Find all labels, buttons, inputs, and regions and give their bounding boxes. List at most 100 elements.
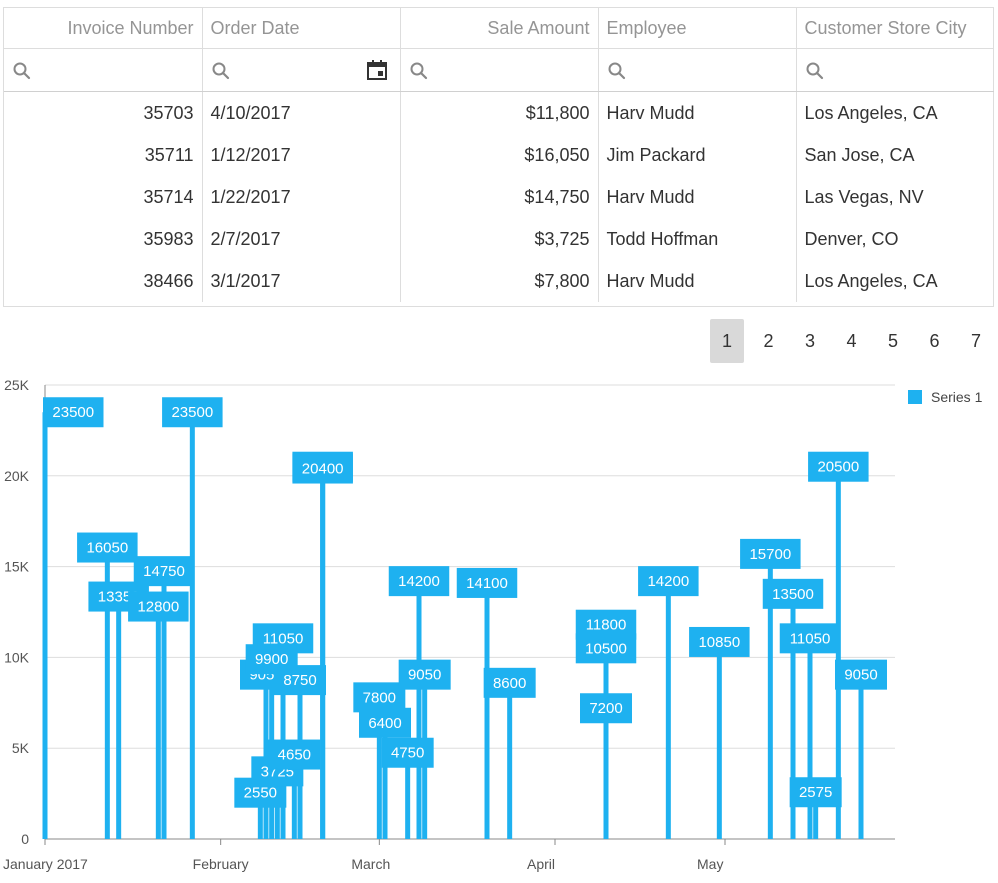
cell-invoice-number: 35703 <box>4 91 203 134</box>
search-icon <box>13 62 31 79</box>
table-row[interactable]: 35983 2/7/2017 $3,725 Todd Hoffman Denve… <box>4 218 993 260</box>
search-icon <box>212 62 229 79</box>
x-tick-label: May <box>697 856 723 872</box>
chart-bar <box>189 412 195 839</box>
x-tick-label: April <box>527 856 555 872</box>
calendar-icon[interactable] <box>366 59 388 81</box>
y-tick-label: 20K <box>4 468 30 484</box>
cell-customer-store-city: Los Angeles, CA <box>804 102 938 123</box>
cell-order-date: 4/10/2017 <box>202 91 401 134</box>
cell-invoice-number: 35983 <box>4 218 203 260</box>
filter-order-date[interactable] <box>202 48 401 92</box>
data-label: 10850 <box>698 634 740 651</box>
y-tick-label: 10K <box>4 649 30 665</box>
search-icon <box>410 62 427 79</box>
cell-employee: Harv Mudd <box>598 91 797 134</box>
grid-table: Invoice Number Order Date Sale Amount Em… <box>4 8 994 302</box>
table-row[interactable]: 35711 1/12/2017 $16,050 Jim Packard San … <box>4 134 993 176</box>
pager: 1 2 3 4 5 6 7 <box>710 319 998 363</box>
data-label: 11050 <box>790 630 831 647</box>
column-header-employee[interactable]: Employee <box>598 8 797 49</box>
chart-bar <box>42 412 48 839</box>
data-label: 16050 <box>86 540 128 557</box>
legend-swatch <box>908 390 922 404</box>
cell-customer-store-city: Los Angeles, CA <box>804 270 938 291</box>
cell-order-date: 2/7/2017 <box>202 218 401 260</box>
sales-chart: 0 5K 10K 15K 20K 25K January 2017 February March… <box>3 377 983 872</box>
page-button-6[interactable]: 6 <box>918 319 952 363</box>
data-label: 7200 <box>589 700 622 717</box>
cell-sale-amount: $11,800 <box>400 91 599 134</box>
cell-order-date: 1/22/2017 <box>202 176 401 218</box>
data-label: 14750 <box>143 563 185 580</box>
table-row[interactable]: 38466 3/1/2017 $7,800 Harv Mudd Los Ange… <box>4 260 993 302</box>
data-label: 2575 <box>799 784 832 801</box>
data-label: 20500 <box>817 459 859 476</box>
filter-invoice-number[interactable] <box>4 48 203 92</box>
chart-bar <box>665 581 671 839</box>
data-label: 23500 <box>171 404 213 421</box>
cell-sale-amount: $7,800 <box>400 260 599 302</box>
data-label: 10500 <box>585 640 627 657</box>
cell-employee: Jim Packard <box>598 134 797 176</box>
cell-employee: Harv Mudd <box>598 260 797 302</box>
table-row[interactable]: 35703 4/10/2017 $11,800 Harv Mudd Los An… <box>4 91 993 134</box>
cell-employee: Harv Mudd <box>598 176 797 218</box>
data-label: 4650 <box>278 747 311 764</box>
data-label: 14200 <box>647 573 689 590</box>
data-label: 15700 <box>749 546 791 563</box>
data-label: 2550 <box>244 785 277 802</box>
filter-sale-amount[interactable] <box>400 48 599 92</box>
search-icon <box>806 62 823 79</box>
chart-bar <box>116 596 122 839</box>
filter-row <box>4 48 994 92</box>
header-row: Invoice Number Order Date Sale Amount Em… <box>4 8 993 49</box>
data-label: 14100 <box>466 575 508 592</box>
chart-bar <box>484 582 490 839</box>
cell-invoice-number: 35711 <box>4 134 203 176</box>
column-header-invoice-number[interactable]: Invoice Number <box>4 8 203 49</box>
data-label: 6400 <box>368 715 401 732</box>
page-button-3[interactable]: 3 <box>793 319 827 363</box>
column-header-order-date[interactable]: Order Date <box>202 8 401 49</box>
cell-customer-store-city: Las Vegas, NV <box>804 186 924 207</box>
data-label: 4750 <box>391 745 424 762</box>
cell-sale-amount: $16,050 <box>400 134 599 176</box>
filter-customer-store-city[interactable] <box>796 48 994 92</box>
y-tick-label: 0 <box>21 831 29 847</box>
x-tick-label: January 2017 <box>3 856 88 872</box>
y-tick-label: 5K <box>12 740 30 756</box>
column-header-customer-store-city[interactable]: Customer Store City <box>796 8 993 49</box>
data-label: 7800 <box>363 689 396 706</box>
cell-sale-amount: $14,750 <box>400 176 599 218</box>
cell-sale-amount: $3,725 <box>400 218 599 260</box>
cell-order-date: 1/12/2017 <box>202 134 401 176</box>
table-row[interactable]: 35714 1/22/2017 $14,750 Harv Mudd Las Ve… <box>4 176 993 218</box>
data-label: 20400 <box>302 461 344 478</box>
data-label: 9050 <box>844 667 877 684</box>
chart-bar <box>320 468 326 839</box>
filter-employee[interactable] <box>598 48 797 92</box>
page-button-4[interactable]: 4 <box>835 319 869 363</box>
chart-bar <box>155 606 161 839</box>
page-button-1[interactable]: 1 <box>710 319 744 363</box>
y-tick-label: 25K <box>4 377 30 393</box>
x-tick-label: March <box>351 856 390 872</box>
chart-bar <box>716 641 722 839</box>
page-button-7[interactable]: 7 <box>959 319 993 363</box>
data-label: 12800 <box>137 599 179 616</box>
search-icon <box>608 62 625 79</box>
data-label: 8750 <box>283 672 316 689</box>
cell-invoice-number: 35714 <box>4 176 203 218</box>
data-label: 23500 <box>52 404 94 421</box>
chart-bar <box>507 682 513 839</box>
data-grid: Invoice Number Order Date Sale Amount Em… <box>3 7 994 307</box>
cell-order-date: 3/1/2017 <box>202 260 401 302</box>
legend-label: Series 1 <box>931 389 983 405</box>
cell-employee: Todd Hoffman <box>598 218 797 260</box>
page-button-2[interactable]: 2 <box>752 319 786 363</box>
data-label: 9050 <box>408 667 441 684</box>
cell-customer-store-city: Denver, CO <box>804 228 899 249</box>
column-header-sale-amount[interactable]: Sale Amount <box>400 8 599 49</box>
page-button-5[interactable]: 5 <box>876 319 910 363</box>
